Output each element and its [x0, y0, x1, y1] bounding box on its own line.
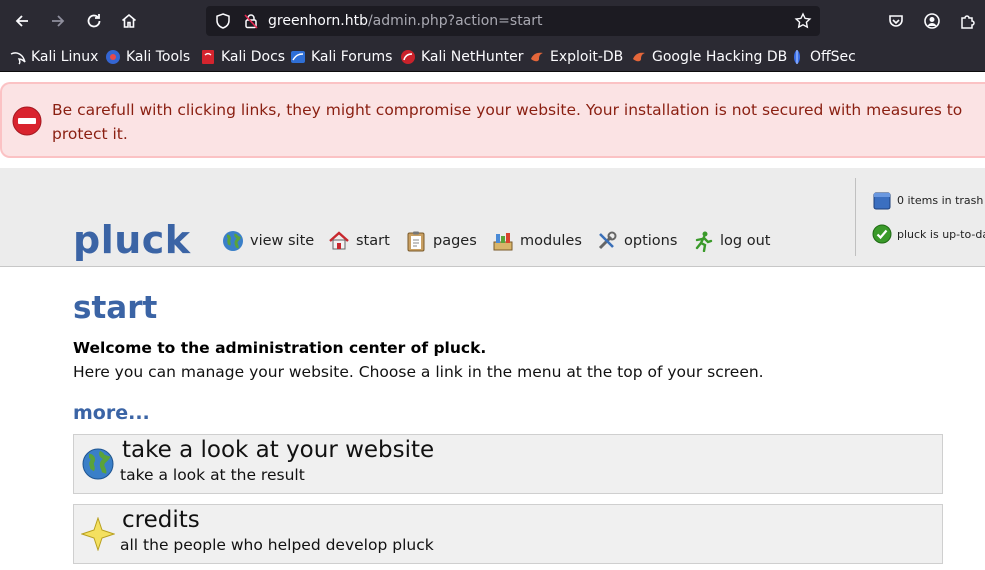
- bookmark-kali-linux[interactable]: Kali Linux: [10, 48, 98, 66]
- reload-icon: [87, 14, 101, 28]
- header-divider: [855, 178, 856, 256]
- ghdb-icon: [633, 52, 645, 62]
- bookmark-label: Kali NetHunter: [421, 49, 524, 65]
- back-button[interactable]: [10, 9, 34, 33]
- puzzle-icon: [961, 15, 975, 29]
- globe-icon: [82, 448, 114, 480]
- card-credits[interactable]: credits all the people who helped develo…: [73, 504, 943, 564]
- bookmark-label: Kali Docs: [221, 49, 286, 65]
- account-button[interactable]: [920, 9, 944, 33]
- kali-forums-icon: [291, 51, 305, 63]
- menu-label: view site: [250, 233, 315, 249]
- welcome-text: Here you can manage your website. Choose…: [73, 363, 764, 381]
- welcome-heading: Welcome to the administration center of …: [73, 339, 487, 357]
- home-button[interactable]: [117, 9, 141, 33]
- trash-icon: [873, 192, 891, 210]
- url-host: greenhorn.htb: [268, 13, 368, 29]
- bookmark-label: Exploit-DB: [550, 49, 624, 65]
- shield-icon[interactable]: [214, 12, 232, 30]
- bookmark-kali-tools[interactable]: Kali Tools: [105, 48, 190, 66]
- card-title: credits: [122, 507, 200, 533]
- menu-start[interactable]: start: [328, 229, 390, 253]
- clipboard-icon: [407, 231, 425, 252]
- security-warning: Be carefull with clicking links, they mi…: [0, 82, 985, 158]
- trash-text: 0 items in trash: [897, 193, 984, 207]
- menu-label: pages: [433, 233, 477, 249]
- menu-log-out[interactable]: log out: [692, 229, 770, 253]
- arrow-right-icon: [52, 15, 65, 27]
- star-icon: [81, 517, 115, 551]
- checkmark-icon: [872, 224, 892, 244]
- more-heading: more...: [73, 402, 150, 424]
- card-title: take a look at your website: [122, 437, 435, 463]
- kali-docs-icon: [202, 50, 214, 64]
- star-bookmark-icon[interactable]: [794, 12, 812, 30]
- pluck-header: pluck view site start pages modules opti…: [0, 168, 985, 267]
- tools-icon: [598, 231, 617, 250]
- menu-view-site[interactable]: view site: [222, 229, 314, 253]
- bookmark-kali-forums[interactable]: Kali Forums: [290, 48, 392, 66]
- modules-icon: [493, 233, 513, 251]
- pocket-button[interactable]: [884, 9, 908, 33]
- bookmark-kali-nethunter[interactable]: Kali NetHunter: [400, 48, 523, 66]
- menu-options[interactable]: options: [596, 229, 677, 253]
- exploit-db-icon: [531, 52, 543, 62]
- bookmark-label: Google Hacking DB: [652, 49, 788, 65]
- arrow-left-icon: [15, 15, 28, 27]
- bookmark-label: Kali Forums: [311, 49, 393, 65]
- home-icon: [329, 231, 349, 250]
- menu-label: log out: [720, 233, 771, 249]
- browser-toolbar: greenhorn.htb/admin.php?action=start: [0, 0, 985, 42]
- running-man-icon: [695, 231, 713, 252]
- home-icon: [121, 13, 137, 28]
- reload-button[interactable]: [82, 9, 106, 33]
- menu-label: options: [624, 233, 678, 249]
- globe-icon: [223, 231, 243, 251]
- trash-status[interactable]: 0 items in trash: [872, 190, 983, 210]
- pocket-icon: [889, 15, 903, 27]
- card-subtitle: all the people who helped develop pluck: [120, 536, 434, 554]
- card-subtitle: take a look at the result: [120, 466, 305, 484]
- kali-nethunter-icon: [401, 50, 415, 64]
- page-title: start: [73, 290, 158, 326]
- url-bar[interactable]: greenhorn.htb/admin.php?action=start: [206, 6, 820, 36]
- kali-dragon-icon: [10, 52, 26, 65]
- forward-button[interactable]: [46, 9, 70, 33]
- update-text: pluck is up-to-date: [897, 227, 985, 241]
- lock-icon[interactable]: [242, 12, 260, 30]
- offsec-icon: [794, 50, 800, 64]
- menu-label: start: [356, 233, 390, 249]
- bookmark-offsec[interactable]: OffSec: [789, 48, 856, 66]
- bookmark-label: Kali Tools: [126, 49, 191, 65]
- account-icon: [924, 13, 940, 29]
- warning-message: Be carefull with clicking links, they mi…: [52, 101, 963, 143]
- menu-modules[interactable]: modules: [492, 229, 582, 253]
- bookmark-exploit-db[interactable]: Exploit-DB: [529, 48, 623, 66]
- bookmark-label: Kali Linux: [31, 49, 99, 65]
- menu-pages[interactable]: pages: [405, 229, 477, 253]
- update-status: pluck is up-to-date: [872, 224, 985, 244]
- extensions-button[interactable]: [956, 9, 980, 33]
- menu-label: modules: [520, 233, 582, 249]
- bookmark-google-hacking-db[interactable]: Google Hacking DB: [631, 48, 787, 66]
- bookmarks-bar: Kali Linux Kali Tools Kali Docs Kali For…: [0, 42, 985, 72]
- url-text: greenhorn.htb/admin.php?action=start: [268, 13, 543, 29]
- bookmark-kali-docs[interactable]: Kali Docs: [200, 48, 285, 66]
- kali-tools-icon: [106, 50, 120, 64]
- url-path: /admin.php?action=start: [367, 13, 543, 29]
- pluck-logo[interactable]: pluck: [73, 218, 191, 262]
- bookmark-label: OffSec: [810, 49, 856, 65]
- no-entry-icon: [12, 106, 42, 136]
- card-view-website[interactable]: take a look at your website take a look …: [73, 434, 943, 494]
